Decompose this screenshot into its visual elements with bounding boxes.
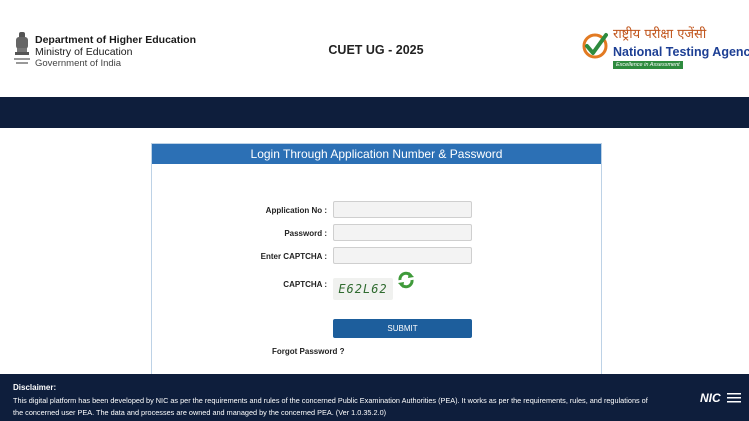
nta-checkmark-logo (582, 33, 608, 59)
password-label: Password : (284, 229, 327, 238)
nic-logo-lines-icon (727, 393, 741, 403)
disclaimer-title: Disclaimer: (13, 383, 57, 392)
page-header: Department of Higher Education Ministry … (0, 0, 749, 97)
captcha-label: CAPTCHA : (283, 280, 327, 289)
nic-logo: NIC (700, 391, 721, 405)
ministry-name: Ministry of Education (35, 46, 133, 58)
national-emblem-icon (14, 32, 30, 64)
page-title: CUET UG - 2025 (328, 43, 424, 57)
captcha-image: E62L62 (333, 278, 393, 300)
login-panel-heading: Login Through Application Number & Passw… (152, 144, 601, 164)
disclaimer-text: This digital platform has been developed… (13, 396, 648, 417)
refresh-icon[interactable] (397, 271, 415, 289)
login-panel: Login Through Application Number & Passw… (151, 143, 602, 375)
department-block: Department of Higher Education Ministry … (35, 34, 196, 69)
nta-name: National Testing Agency (613, 45, 749, 59)
submit-button[interactable]: SUBMIT (333, 319, 472, 338)
government-name: Government of India (35, 58, 122, 69)
department-title: Department of Higher Education (35, 34, 197, 46)
page-footer: Disclaimer: This digital platform has be… (0, 374, 749, 421)
application-number-input[interactable] (333, 201, 472, 218)
forgot-password-link[interactable]: Forgot Password ? (272, 347, 344, 356)
enter-captcha-label: Enter CAPTCHA : (260, 252, 327, 261)
nta-tagline: Excellence in Assessment (613, 61, 683, 69)
application-number-label: Application No : (265, 206, 327, 215)
top-navbar (0, 97, 749, 128)
password-input[interactable] (333, 224, 472, 241)
nta-hindi-name: राष्ट्रीय परीक्षा एजेंसी (613, 27, 707, 42)
captcha-input[interactable] (333, 247, 472, 264)
